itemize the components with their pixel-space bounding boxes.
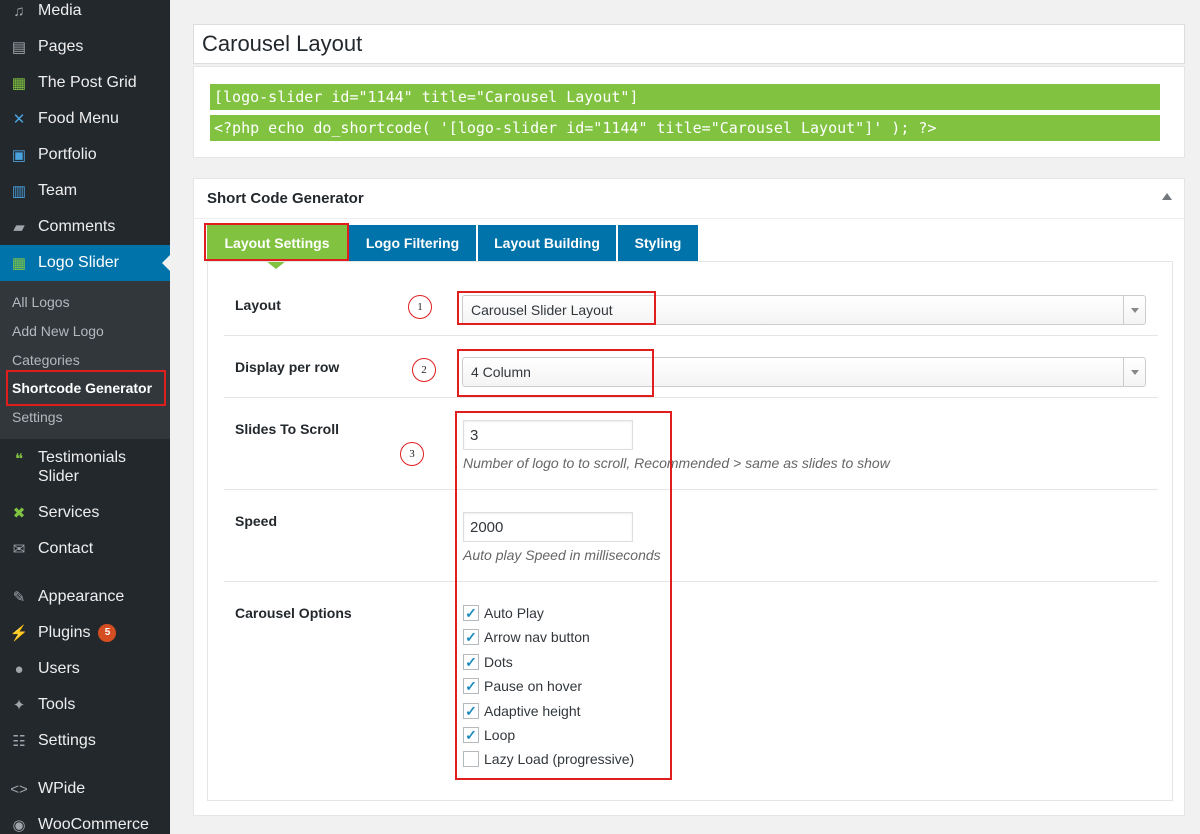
menu-services[interactable]: ✖ Services: [0, 495, 170, 531]
display-per-row-label: Display per row: [235, 359, 340, 375]
menu-portfolio[interactable]: ▣ Portfolio: [0, 137, 170, 173]
menu-label: The Post Grid: [38, 74, 137, 91]
submenu-add-new-logo[interactable]: Add New Logo: [12, 323, 104, 339]
annotation-box-1: [457, 291, 656, 325]
divider: [224, 335, 1158, 336]
plugins-update-badge: 5: [98, 624, 117, 642]
menu-label: Settings: [38, 732, 96, 749]
menu-wpide[interactable]: <> WPide: [0, 771, 170, 807]
panel-heading[interactable]: Short Code Generator: [194, 179, 1184, 219]
carousel-options-label: Carousel Options: [235, 605, 352, 621]
speed-label: Speed: [235, 513, 278, 529]
menu-label: Comments: [38, 218, 116, 235]
menu-label: Tools: [38, 696, 76, 713]
menu-label: Food Menu: [38, 110, 119, 127]
layout-label: Layout: [235, 297, 281, 313]
menu-team[interactable]: ▥ Team: [0, 173, 170, 209]
menu-label: Portfolio: [38, 146, 97, 163]
menu-users[interactable]: ● Users: [0, 651, 170, 687]
menu-label: Testimonials Slider: [38, 449, 127, 485]
php-code-text[interactable]: <?php echo do_shortcode( '[logo-slider i…: [210, 115, 1160, 141]
tools-icon: ✦: [12, 697, 26, 714]
divider: [224, 397, 1158, 398]
logo-slider-submenu: All Logos Add New Logo Categories Shortc…: [0, 281, 170, 439]
tab-layout-building[interactable]: Layout Building: [478, 225, 616, 261]
menu-tools[interactable]: ✦ Tools: [0, 687, 170, 723]
menu-food-menu[interactable]: ✕ Food Menu: [0, 101, 170, 137]
active-arrow: [162, 255, 170, 271]
menu-label: WooCommerce: [38, 816, 149, 833]
menu-label: Plugins: [38, 624, 91, 641]
menu-label: Users: [38, 660, 80, 677]
menu-label: Appearance: [38, 588, 125, 605]
plugins-icon: ⚡: [9, 625, 29, 642]
users-icon: ●: [14, 660, 24, 678]
annotation-number-3: 3: [400, 442, 424, 466]
pages-icon: ▤: [11, 39, 27, 56]
shortcode-box: [logo-slider id="1144" title="Carousel L…: [193, 66, 1185, 158]
tab-styling[interactable]: Styling: [618, 225, 698, 261]
menu-label: Contact: [38, 540, 94, 557]
submenu-all-logos[interactable]: All Logos: [12, 294, 70, 310]
divider: [224, 581, 1158, 582]
collapse-arrow-icon[interactable]: [1162, 193, 1172, 200]
menu-plugins[interactable]: ⚡ Plugins 5: [0, 615, 170, 651]
admin-sidebar: ♫ Media ▤ Pages ▦ The Post Grid ✕ Food Menu …: [0, 0, 170, 834]
slides-to-scroll-label: Slides To Scroll: [235, 421, 339, 437]
annotation-number-1: 1: [408, 295, 432, 319]
menu-label: Logo Slider: [38, 254, 119, 271]
menu-label: Media: [38, 2, 82, 19]
submenu-categories[interactable]: Categories: [12, 352, 80, 368]
menu-testimonials-slider[interactable]: ❝ Testimonials Slider: [0, 448, 170, 488]
chevron-down-icon[interactable]: [1123, 358, 1145, 386]
appearance-icon: ✎: [12, 589, 26, 606]
shortcode-text[interactable]: [logo-slider id="1144" title="Carousel L…: [210, 84, 1160, 110]
annotation-box-2: [457, 349, 654, 397]
shortcode-generator-panel: Short Code Generator Layout Settings Log…: [193, 178, 1185, 816]
tab-content: Layout Carousel Slider Layout Display pe…: [207, 261, 1173, 801]
comments-icon: ▰: [13, 219, 25, 236]
team-icon: ▥: [11, 183, 27, 200]
divider: [224, 489, 1158, 490]
menu-post-grid[interactable]: ▦ The Post Grid: [0, 65, 170, 101]
tab-logo-filtering[interactable]: Logo Filtering: [349, 225, 476, 261]
panel-title: Short Code Generator: [207, 190, 364, 207]
food-menu-icon: ✕: [12, 111, 26, 128]
settings-icon: ☷: [12, 733, 26, 750]
shortcode-generator-highlight: [6, 370, 166, 406]
menu-label: WPide: [38, 780, 86, 797]
annotation-number-2: 2: [412, 358, 436, 382]
menu-appearance[interactable]: ✎ Appearance: [0, 579, 170, 615]
menu-label: Pages: [38, 38, 84, 55]
menu-label: Services: [38, 504, 100, 521]
woocommerce-icon: ◉: [12, 817, 26, 834]
menu-settings[interactable]: ☷ Settings: [0, 723, 170, 759]
media-icon: ♫: [13, 2, 25, 20]
active-tab-highlight: [204, 223, 349, 261]
testimonials-icon: ❝: [14, 451, 24, 468]
menu-label: Team: [38, 182, 78, 199]
menu-media[interactable]: ♫ Media: [0, 0, 170, 29]
portfolio-icon: ▣: [11, 147, 27, 164]
annotation-box-3: [455, 411, 672, 780]
services-icon: ✖: [12, 505, 26, 522]
submenu-settings[interactable]: Settings: [12, 409, 63, 425]
menu-contact[interactable]: ✉ Contact: [0, 531, 170, 567]
menu-comments[interactable]: ▰ Comments: [0, 209, 170, 245]
logo-slider-icon: ▦: [11, 255, 27, 272]
code-icon: <>: [10, 780, 28, 798]
contact-icon: ✉: [12, 541, 26, 558]
grid-icon: ▦: [11, 75, 27, 92]
post-title-input[interactable]: Carousel Layout: [193, 24, 1185, 64]
menu-logo-slider[interactable]: ▦ Logo Slider: [0, 245, 170, 281]
menu-pages[interactable]: ▤ Pages: [0, 29, 170, 65]
chevron-down-icon[interactable]: [1123, 296, 1145, 324]
menu-woocommerce[interactable]: ◉ WooCommerce: [0, 807, 170, 834]
